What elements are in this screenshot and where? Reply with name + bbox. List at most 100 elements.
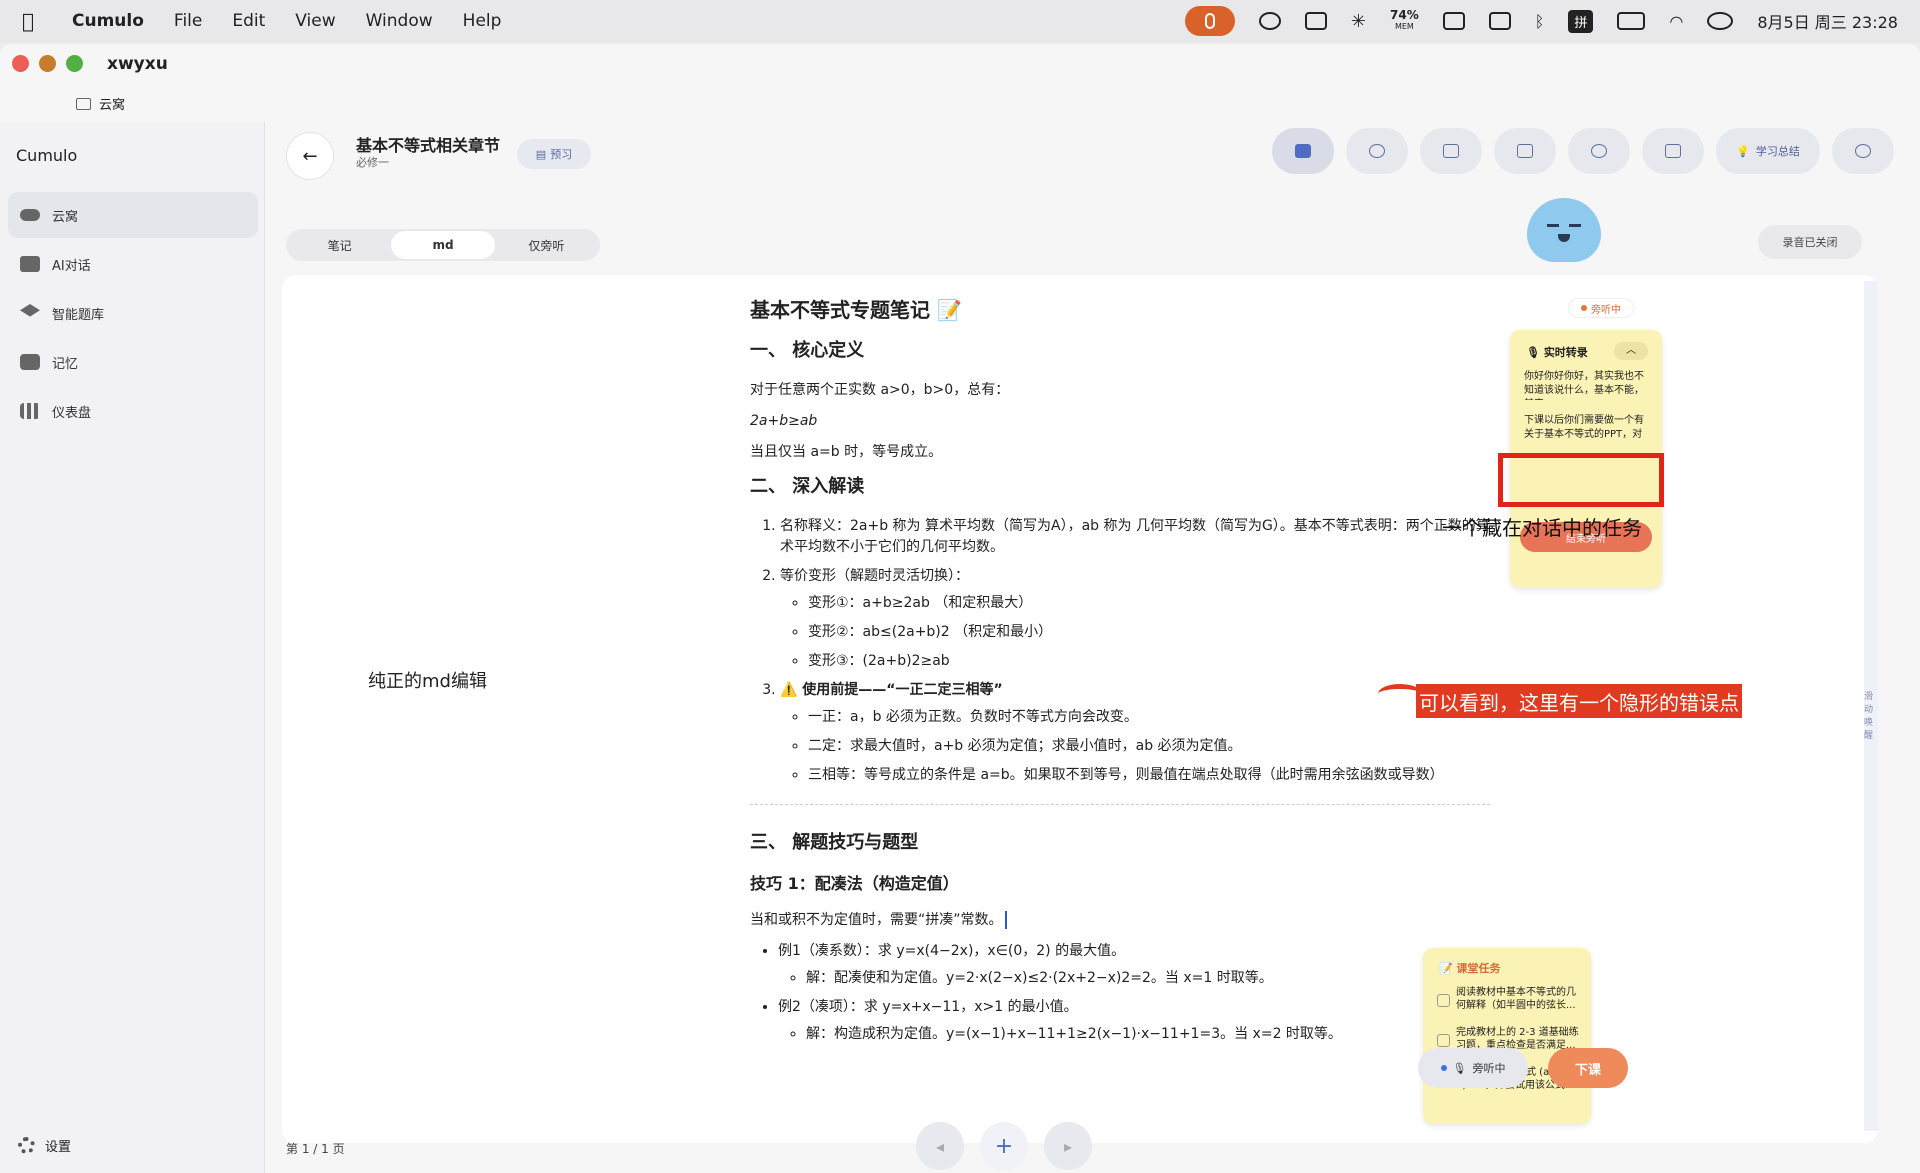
menu-edit[interactable]: Edit <box>232 11 265 31</box>
sidebar-item-dashboard[interactable]: 仪表盘 <box>8 388 258 434</box>
main-content: ← 基本不等式相关章节 必修一 ▤ 预习 💡 学习总结 笔记 md 仅旁听 录音… <box>266 122 1920 1173</box>
display-icon[interactable] <box>1442 12 1465 30</box>
memory-monitor[interactable]: 74% MEM <box>1390 9 1419 33</box>
wifi-icon[interactable]: ◠ <box>1669 12 1683 31</box>
listening-badge: 旁听中 <box>1568 298 1634 318</box>
end-class-button[interactable]: 下课 <box>1548 1048 1628 1088</box>
sub-list-item: 变形②：ab≤(2a+b)2 （积定和最小） <box>808 622 1490 643</box>
transcript-text: 你好你好你好，其实我也不知道该说什么，基本不能，其实 <box>1524 371 1644 400</box>
sidebar-item-cloud[interactable]: 云窝 <box>8 192 258 238</box>
menu-app[interactable]: Cumulo <box>72 11 144 31</box>
window-controls <box>12 55 83 72</box>
tab-listen-only[interactable]: 仅旁听 <box>495 231 598 259</box>
zoom-window-button[interactable] <box>66 55 83 72</box>
paragraph-text: 当和或积不为定值时，需要“拼凑”常数。 <box>750 912 1003 928</box>
minimize-window-button[interactable] <box>39 55 56 72</box>
tab-notes[interactable]: 笔记 <box>288 231 391 259</box>
add-page-button[interactable]: + <box>980 1122 1028 1170</box>
chevron-up-icon: ︿ <box>1626 345 1636 356</box>
markdown-content[interactable]: 基本不等式专题笔记 📝 一、 核心定义 对于任意两个正实数 a>0，b>0，总有… <box>750 295 1490 1053</box>
sidebar-toggle-icon[interactable] <box>76 97 91 110</box>
prev-page-button[interactable]: ◂ <box>916 1122 964 1170</box>
sparkle-icon[interactable]: ✳ <box>1351 11 1366 32</box>
input-method[interactable]: 拼 <box>1568 9 1594 33</box>
formula: 2a+b≥ab <box>750 413 818 429</box>
sub-list-item: 二定：求最大值时，a+b 必须为定值；求最小值时，ab 必须为定值。 <box>808 736 1490 757</box>
sidebar-nav: 云窝 AI对话 智能题库 记忆 仪表盘 <box>8 192 258 437</box>
window-title: xwyxu <box>107 54 168 74</box>
example-list: 例1（凑系数）：求 y=x(4−2x)，x∈(0，2) 的最大值。 解：配凑使和… <box>750 941 1490 1045</box>
chatgpt-icon[interactable] <box>1258 12 1281 30</box>
back-button[interactable]: ← <box>286 132 334 180</box>
menu-file[interactable]: File <box>174 11 202 31</box>
lightbulb-icon: 💡 <box>1736 144 1750 158</box>
study-summary-button[interactable]: 💡 学习总结 <box>1716 128 1820 174</box>
sub-list: 解：配凑使和为定值。y=2·x(2−x)≤2·(2x+2−x)2=2。当 x=1… <box>778 968 1490 989</box>
mascot-avatar[interactable] <box>1527 198 1601 262</box>
listening-status-button[interactable]: 🎙 旁听中 <box>1418 1048 1528 1088</box>
task-checkbox[interactable] <box>1437 1034 1450 1047</box>
menu-help[interactable]: Help <box>463 11 502 31</box>
microphone-icon[interactable] <box>1184 6 1235 36</box>
card-tool-button[interactable] <box>1494 128 1556 174</box>
divider <box>750 804 1490 805</box>
status-dot <box>1581 305 1587 311</box>
section-heading: 三、 解题技巧与题型 <box>750 832 919 853</box>
chat-tool-button[interactable] <box>1272 128 1334 174</box>
sidebar-item-memory[interactable]: 记忆 <box>8 339 258 385</box>
recording-status-button[interactable]: 录音已关闭 <box>1758 225 1862 259</box>
chat-bubbles-icon <box>1295 144 1311 158</box>
sub-list-item: 三相等：等号成立的条件是 a=b。如果取不到等号，则最值在端点处取得（此时需用余… <box>808 765 1490 786</box>
menu-bar:  Cumulo File Edit View Window Help ✳ 74… <box>0 0 1920 42</box>
menu-view[interactable]: View <box>295 11 335 31</box>
sidebar-item-label: 云窝 <box>52 209 79 225</box>
settings-button[interactable]: 设置 <box>18 1136 71 1155</box>
close-window-button[interactable] <box>12 55 29 72</box>
menu-window[interactable]: Window <box>366 11 433 31</box>
task-checkbox[interactable] <box>1437 994 1450 1007</box>
tab-md[interactable]: md <box>391 231 495 259</box>
apple-icon[interactable]:  <box>22 9 46 33</box>
share-tool-button[interactable] <box>1642 128 1704 174</box>
clock[interactable]: 8月5日 周三 23:28 <box>1757 9 1898 33</box>
archive-icon <box>20 354 40 370</box>
paragraph: 当和或积不为定值时，需要“拼凑”常数。 <box>750 910 1490 931</box>
study-summary-label: 学习总结 <box>1755 145 1800 158</box>
toolbar: 💡 学习总结 <box>1272 128 1894 174</box>
view-tabs: 笔记 md 仅旁听 <box>286 229 600 261</box>
list-item-text: ⚠️ 使用前提——“一正二定三相等” <box>780 682 1003 698</box>
control-center-icon[interactable] <box>1707 12 1734 30</box>
transcript-text: 下课以后你们需要做一个有关于基本不等式的PPT，对就 <box>1524 415 1644 440</box>
example-item: 例2（凑项）：求 y=x+x−11，x>1 的最小值。 解：构造成积为定值。y=… <box>778 997 1490 1045</box>
sub-list-item: 变形①：a+b≥2ab （和定积最大） <box>808 593 1490 614</box>
next-page-button[interactable]: ▸ <box>1044 1122 1092 1170</box>
bluetooth-icon[interactable]: ᛒ <box>1535 12 1545 31</box>
file-tool-button[interactable] <box>1420 128 1482 174</box>
scrollbar[interactable]: 滑动唤醒 <box>1864 281 1878 1131</box>
listening-status-label: 旁听中 <box>1472 1062 1506 1075</box>
battery-icon[interactable] <box>1617 12 1646 30</box>
card-icon <box>1517 144 1533 158</box>
sub-list: 一正：a，b 必须为正数。负数时不等式方向会改变。 二定：求最大值时，a+b 必… <box>780 707 1490 786</box>
doc-heading: 基本不等式专题笔记 📝 <box>750 298 962 322</box>
transcript-title: 🎙 实时转录 <box>1526 344 1588 360</box>
screen-capture-icon[interactable] <box>1304 12 1327 30</box>
windows-icon[interactable] <box>1488 12 1511 30</box>
sidebar-item-ai-chat[interactable]: AI对话 <box>8 241 258 287</box>
emoji-tool-button[interactable] <box>1346 128 1408 174</box>
sidebar-item-question-bank[interactable]: 智能题库 <box>8 290 258 336</box>
solution-item: 解：构造成积为定值。y=(x−1)+x−11+1≥2(x−1)·x−11+1=3… <box>806 1024 1490 1045</box>
sidebar-item-label: AI对话 <box>52 258 91 274</box>
memo-icon: 📝 <box>1439 962 1453 975</box>
settings-label: 设置 <box>45 1140 72 1155</box>
breadcrumb: 云窝 <box>76 94 125 113</box>
collapse-button[interactable]: ︿ <box>1614 342 1648 360</box>
task-item[interactable]: 阅读教材中基本不等式的几何解释（如半圆中的弦长... <box>1437 986 1583 1012</box>
sub-list: 变形①：a+b≥2ab （和定积最大） 变形②：ab≤(2a+b)2 （积定和最… <box>780 593 1490 672</box>
class-tasks-panel: 📝 课堂任务 阅读教材中基本不等式的几何解释（如半圆中的弦长... 完成教材上的… <box>1423 948 1591 1124</box>
more-tool-button[interactable] <box>1832 128 1894 174</box>
share-icon <box>1665 144 1681 158</box>
sidebar-item-label: 智能题库 <box>52 307 105 323</box>
preview-button[interactable]: ▤ 预习 <box>517 139 591 169</box>
history-tool-button[interactable] <box>1568 128 1630 174</box>
